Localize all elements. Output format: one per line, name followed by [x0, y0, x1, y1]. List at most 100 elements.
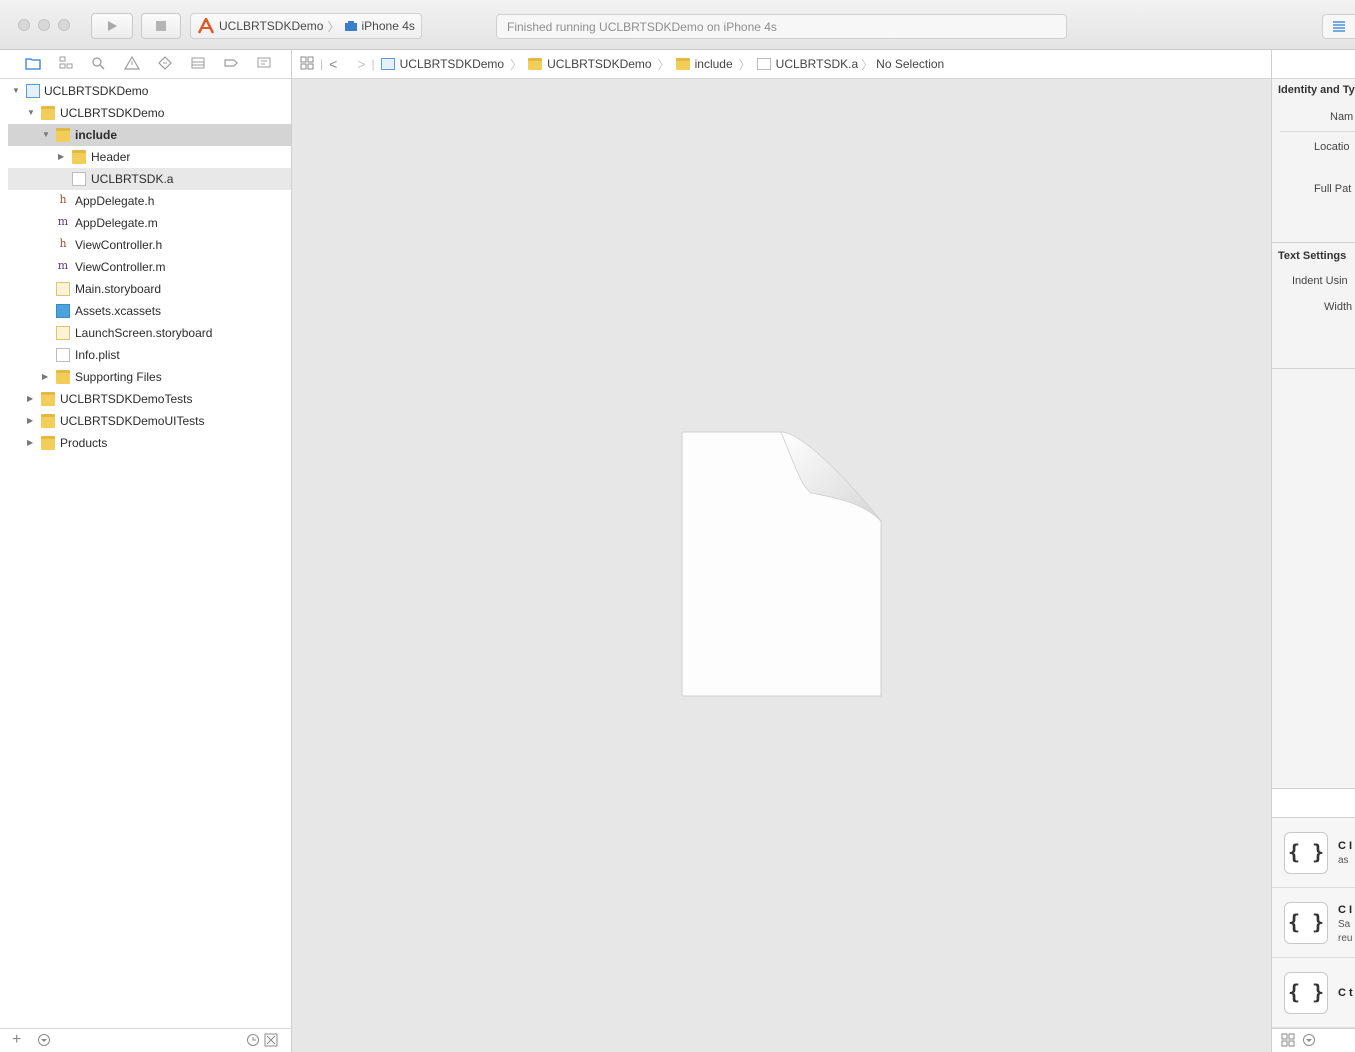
code-snippet-icon: { }: [1284, 832, 1328, 874]
tree-item-label: Products: [60, 436, 108, 450]
breadcrumb-include[interactable]: include: [675, 57, 733, 71]
tree-item-label: UCLBRTSDKDemo: [44, 84, 149, 98]
run-button[interactable]: [91, 13, 133, 39]
width-label: Width: [1324, 301, 1353, 313]
tree-item-label: Info.plist: [75, 348, 120, 362]
zoom-window-button[interactable]: [58, 19, 70, 31]
code-snippet-item[interactable]: { } C I as: [1272, 818, 1355, 888]
disclosure-closed-icon[interactable]: ▶: [58, 146, 64, 168]
breadcrumb-file[interactable]: UCLBRTSDK.a: [756, 57, 858, 71]
tree-item-label: include: [75, 128, 118, 142]
tree-row-header[interactable]: ▶ Header: [8, 146, 291, 168]
stop-icon: [156, 21, 166, 31]
back-arrow-icon[interactable]: <: [329, 56, 337, 72]
source-control-filter-icon[interactable]: [264, 1033, 278, 1050]
folder-icon: [56, 370, 70, 384]
breadcrumb-project[interactable]: UCLBRTSDKDemo: [380, 57, 505, 71]
report-icon[interactable]: [247, 56, 280, 73]
tree-row-file[interactable]: h ViewController.h: [8, 234, 291, 256]
tree-row-library[interactable]: UCLBRTSDK.a: [8, 168, 291, 190]
tree-row-file[interactable]: h AppDelegate.h: [8, 190, 291, 212]
project-navigator: ▼ UCLBRTSDKDemo ▼ UCLBRTSDKDemo ▼ includ…: [0, 50, 292, 1052]
minimize-window-button[interactable]: [38, 19, 50, 31]
filter-icon[interactable]: [37, 1033, 51, 1050]
code-snippet-item[interactable]: { } C I Sa reu: [1272, 888, 1355, 958]
full-path-label: Full Pat: [1314, 183, 1352, 195]
divider: [1272, 242, 1355, 243]
test-icon[interactable]: [148, 55, 181, 73]
tree-item-label: Supporting Files: [75, 370, 162, 384]
tree-row-file[interactable]: Main.storyboard: [8, 278, 291, 300]
editor-area: [292, 79, 1271, 1052]
breadcrumb-group[interactable]: UCLBRTSDKDemo: [528, 57, 652, 71]
editor-lines-icon: [1333, 20, 1345, 32]
identity-section-title: Identity and Ty: [1278, 84, 1355, 96]
disclosure-closed-icon[interactable]: ▶: [27, 410, 33, 432]
text-settings-section-title: Text Settings: [1278, 250, 1347, 262]
chevron-right-icon: 〉: [861, 57, 874, 72]
forward-arrow-icon[interactable]: >: [357, 56, 365, 72]
tree-row-group[interactable]: ▶ Supporting Files: [8, 366, 291, 388]
tree-row-file[interactable]: Info.plist: [8, 344, 291, 366]
search-icon[interactable]: [82, 56, 115, 73]
debug-icon[interactable]: [181, 56, 214, 73]
tree-row-group[interactable]: ▶ UCLBRTSDKDemoTests: [8, 388, 291, 410]
snippet-title: C I: [1338, 904, 1353, 916]
indent-using-label: Indent Usin: [1292, 275, 1348, 287]
navigator-footer: +: [0, 1028, 291, 1052]
tree-row-group[interactable]: ▶ UCLBRTSDKDemoUITests: [8, 410, 291, 432]
close-window-button[interactable]: [18, 19, 30, 31]
grid-view-icon[interactable]: [1281, 1033, 1295, 1050]
breadcrumb-label: include: [694, 57, 733, 71]
jump-bar: | < > | UCLBRTSDKDemo 〉 UCLBRTSDKDemo 〉 …: [292, 50, 1271, 79]
iphone-device-icon: [344, 21, 357, 31]
hierarchy-icon[interactable]: [49, 56, 82, 73]
warning-icon[interactable]: [115, 55, 148, 73]
folder-icon[interactable]: [16, 56, 49, 73]
library-tab-bar: [1272, 788, 1355, 818]
disclosure-open-icon[interactable]: ▼: [12, 80, 20, 102]
tree-row-file[interactable]: m ViewController.m: [8, 256, 291, 278]
app-target-icon: [197, 18, 215, 34]
disclosure-closed-icon[interactable]: ▶: [27, 432, 33, 454]
chevron-right-icon: 〉: [327, 19, 340, 34]
tree-row-group[interactable]: ▼ UCLBRTSDKDemo: [8, 102, 291, 124]
folder-icon: [41, 436, 55, 450]
utilities-inspector: Identity and Ty Nam Locatio Full Pat Tex…: [1271, 50, 1355, 1052]
tree-row-file[interactable]: LaunchScreen.storyboard: [8, 322, 291, 344]
tree-row-file[interactable]: m AppDelegate.m: [8, 212, 291, 234]
disclosure-closed-icon[interactable]: ▶: [27, 388, 33, 410]
stop-button[interactable]: [141, 13, 181, 39]
snippet-description: Sa: [1338, 919, 1351, 930]
folder-icon: [72, 150, 86, 164]
source-file-icon: m: [57, 215, 69, 228]
editor-standard-button[interactable]: [1322, 14, 1355, 39]
recent-files-icon[interactable]: [246, 1033, 260, 1050]
tree-row-include[interactable]: ▼ include: [8, 124, 291, 146]
disclosure-open-icon[interactable]: ▼: [42, 124, 50, 146]
plist-icon: [56, 348, 70, 362]
folder-icon: [675, 58, 690, 70]
breakpoint-icon[interactable]: [214, 56, 247, 73]
tree-row-group[interactable]: ▶ Products: [8, 432, 291, 454]
filter-icon[interactable]: [1302, 1033, 1316, 1050]
code-snippet-icon: { }: [1284, 902, 1328, 944]
blank-document-icon: [681, 431, 882, 697]
code-snippet-item[interactable]: { } C t: [1272, 958, 1355, 1028]
disclosure-open-icon[interactable]: ▼: [27, 102, 35, 124]
breadcrumb-selection[interactable]: No Selection: [876, 57, 944, 71]
activity-status-bar: Finished running UCLBRTSDKDemo on iPhone…: [496, 14, 1067, 39]
add-icon[interactable]: +: [12, 1031, 21, 1049]
disclosure-closed-icon[interactable]: ▶: [42, 366, 48, 388]
tree-row-project[interactable]: ▼ UCLBRTSDKDemo: [8, 80, 291, 102]
project-icon: [380, 58, 395, 70]
scheme-selector[interactable]: UCLBRTSDKDemo 〉 iPhone 4s: [190, 13, 422, 39]
snippet-description: as: [1338, 855, 1349, 866]
breadcrumb-label: UCLBRTSDKDemo: [547, 57, 652, 71]
related-items-icon[interactable]: [300, 56, 314, 73]
tree-item-label: UCLBRTSDK.a: [91, 172, 174, 186]
tree-row-file[interactable]: Assets.xcassets: [8, 300, 291, 322]
navigator-tab-bar: [0, 50, 291, 79]
breadcrumb-label: UCLBRTSDKDemo: [399, 57, 505, 71]
name-label: Nam: [1330, 111, 1354, 123]
